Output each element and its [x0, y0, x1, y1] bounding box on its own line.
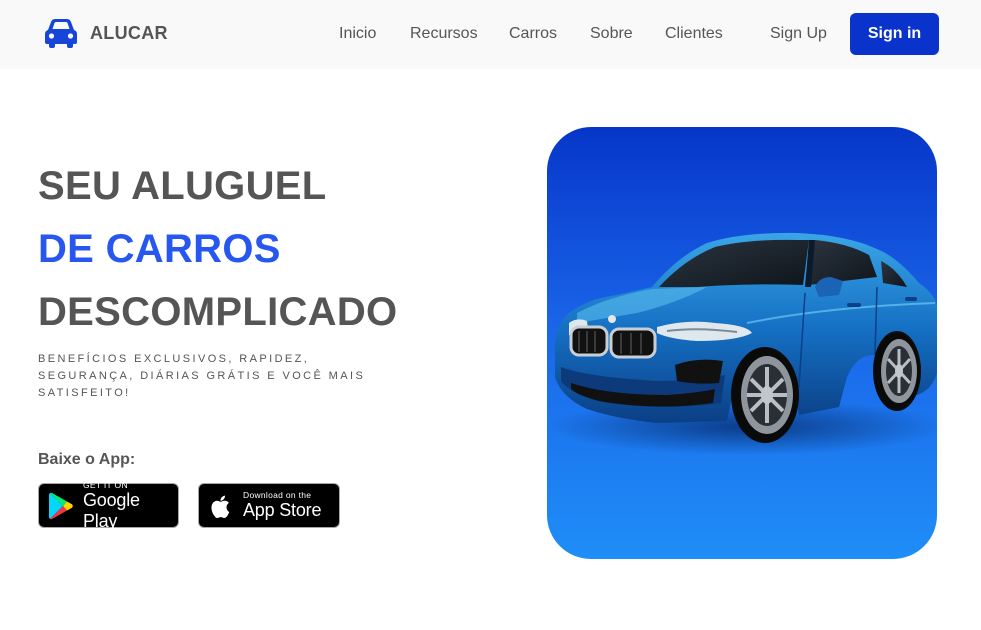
apple-badge-big-text: App Store [243, 500, 322, 520]
signup-link[interactable]: Sign Up [770, 24, 827, 44]
nav-link-clientes[interactable]: Clientes [665, 24, 723, 44]
app-download-label: Baixe o App: [38, 451, 136, 468]
nav-link-recursos[interactable]: Recursos [410, 24, 478, 44]
google-badge-big-text: Google Play [83, 489, 140, 531]
hero-title-line-3: DESCOMPLICADO [38, 290, 398, 334]
hero-title-line-1: SEU ALUGUEL [38, 164, 327, 208]
hero-title-line-2: DE CARROS [38, 227, 281, 271]
google-play-badge[interactable]: GET IT ON Google Play [38, 479, 179, 531]
apple-icon [211, 495, 230, 518]
car-image [547, 232, 937, 455]
google-play-icon [49, 492, 73, 519]
nav-link-sobre[interactable]: Sobre [590, 24, 633, 44]
nav-link-carros[interactable]: Carros [509, 24, 557, 44]
top-header: ALUCAR Inicio Recursos Carros Sobre Clie… [0, 0, 981, 69]
app-store-badge[interactable]: Download on the App Store [198, 483, 340, 528]
main-nav: Inicio Recursos Carros Sobre Clientes [0, 24, 981, 46]
google-badge-small-text: GET IT ON [83, 479, 128, 490]
nav-link-inicio[interactable]: Inicio [339, 24, 376, 44]
apple-badge-small-text: Download on the [243, 490, 312, 500]
signin-button[interactable]: Sign in [850, 13, 939, 55]
hero-car-card [547, 127, 937, 559]
hero-subtitle: Benefícios exclusivos, rapidez, seguranç… [38, 353, 366, 399]
